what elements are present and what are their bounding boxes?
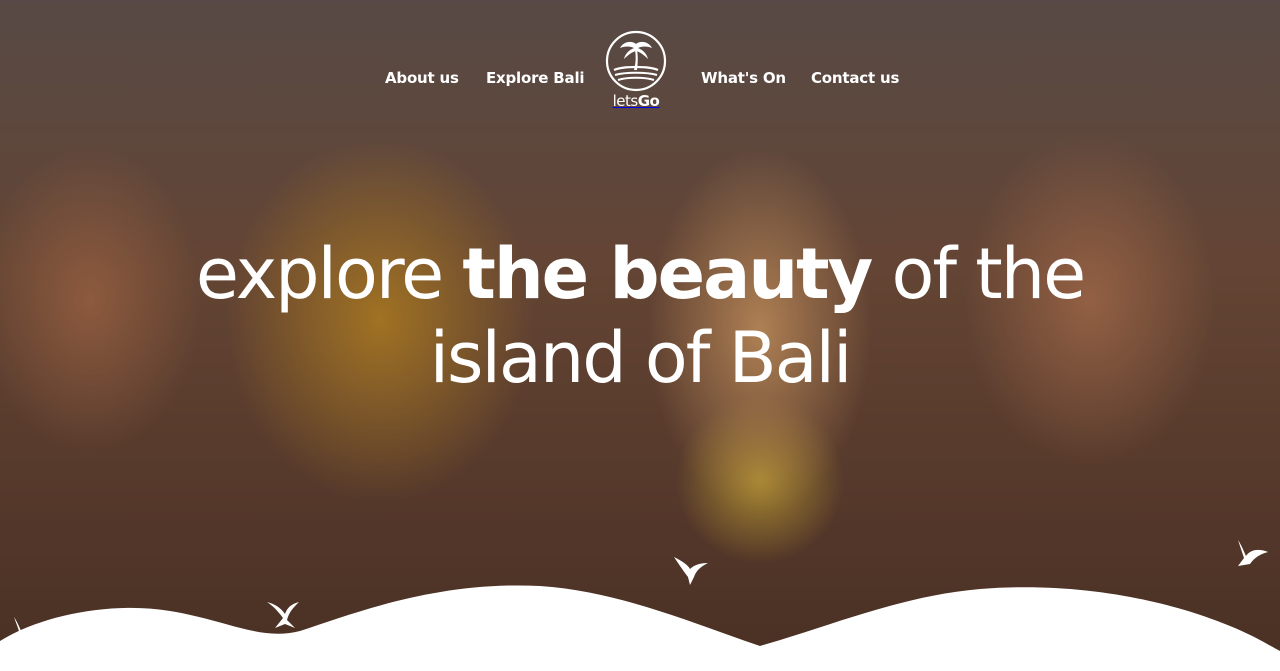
- logo-wordmark: letsGo: [612, 92, 660, 110]
- nav-link-about-us[interactable]: About us: [385, 69, 459, 87]
- main-nav: About us Explore Bali letsGo What's On C…: [0, 0, 1280, 120]
- nav-link-whats-on[interactable]: What's On: [701, 69, 786, 87]
- bird-icon: [267, 602, 299, 628]
- headline-line-2: island of Bali: [429, 317, 853, 399]
- headline-emphasis: the beauty: [462, 233, 873, 315]
- bird-icon: [14, 617, 40, 643]
- headline-part-1: explore: [195, 233, 463, 315]
- nav-link-contact-us[interactable]: Contact us: [811, 69, 899, 87]
- wave-divider: [0, 585, 1280, 671]
- palm-tree-island-icon: [605, 30, 667, 92]
- hero-headline: explore the beauty of the island of Bali: [0, 232, 1280, 400]
- nav-link-explore-bali[interactable]: Explore Bali: [486, 69, 585, 87]
- logo[interactable]: letsGo: [605, 30, 667, 114]
- bird-icon: [674, 557, 708, 585]
- bird-icon: [1238, 540, 1268, 566]
- headline-part-3: of the: [871, 233, 1087, 315]
- hero-section: About us Explore Bali letsGo What's On C…: [0, 0, 1280, 671]
